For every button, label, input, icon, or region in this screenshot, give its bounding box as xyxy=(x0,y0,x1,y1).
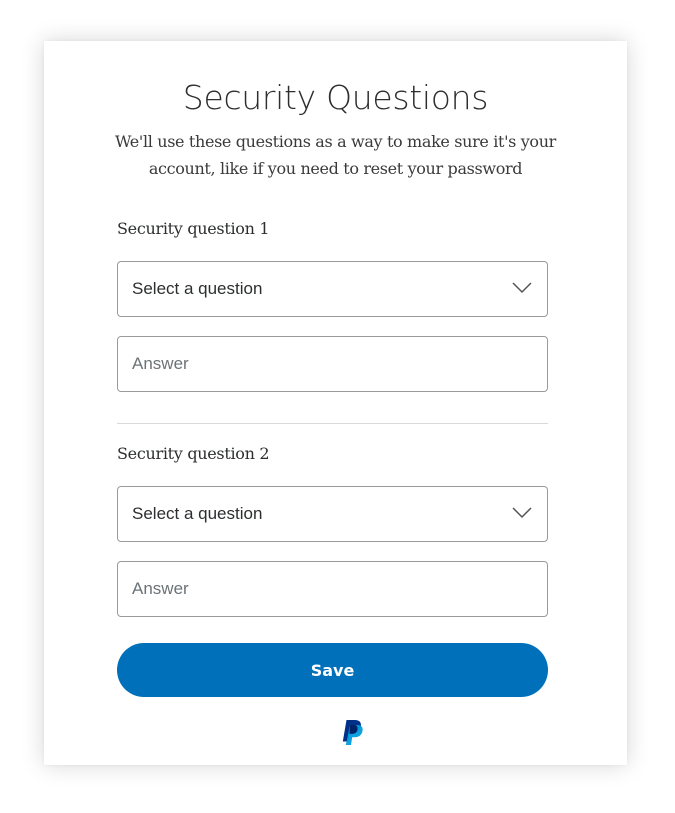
subtitle-line-1: We'll use these questions as a way to ma… xyxy=(115,132,556,151)
question-1-answer-field[interactable] xyxy=(117,336,548,392)
paypal-logo-icon xyxy=(342,720,363,745)
save-button[interactable]: Save xyxy=(117,643,548,697)
page-title: Security Questions xyxy=(182,78,489,117)
question-2-answer-field[interactable] xyxy=(117,561,548,617)
chevron-down-icon xyxy=(512,507,532,519)
page-subtitle: We'll use these questions as a way to ma… xyxy=(44,128,627,182)
question-1-select-value: Select a question xyxy=(132,279,263,298)
question-2-select-value: Select a question xyxy=(132,504,263,523)
section-divider xyxy=(117,423,548,424)
question-1-label: Security question 1 xyxy=(117,219,270,238)
question-2-label: Security question 2 xyxy=(117,444,270,463)
question-1-select[interactable]: Select a question xyxy=(117,261,548,317)
chevron-down-icon xyxy=(512,282,532,294)
question-1-answer-input[interactable] xyxy=(118,337,547,391)
security-questions-card: Security Questions We'll use these quest… xyxy=(44,41,627,765)
question-2-answer-input[interactable] xyxy=(118,562,547,616)
subtitle-line-2: account, like if you need to reset your … xyxy=(148,159,523,178)
question-2-select[interactable]: Select a question xyxy=(117,486,548,542)
